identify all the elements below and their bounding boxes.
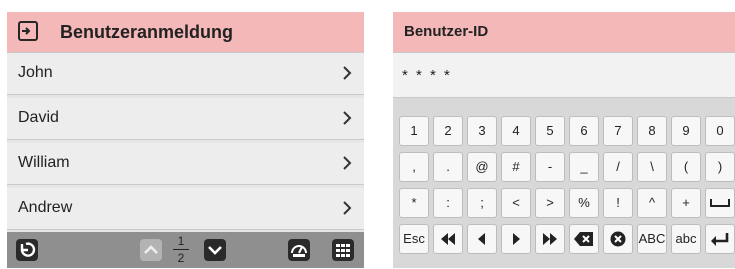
user-row-david[interactable]: David (7, 98, 364, 140)
key-percent[interactable]: % (569, 188, 599, 218)
key-less-than[interactable]: < (501, 188, 531, 218)
login-icon (18, 21, 38, 41)
key-8[interactable]: 8 (637, 116, 667, 146)
chevron-right-icon (343, 111, 352, 125)
user-row-john[interactable]: John (7, 53, 364, 95)
space-icon (710, 199, 730, 207)
key-plus[interactable]: + (671, 188, 701, 218)
page-total: 2 (177, 251, 185, 265)
rewind-icon (441, 233, 455, 245)
page-up-button[interactable] (140, 239, 162, 261)
fast-forward-icon (543, 233, 557, 245)
user-name: William (18, 154, 70, 171)
chevron-right-icon (343, 66, 352, 80)
menu-grid-button[interactable] (332, 239, 354, 261)
key-minus[interactable]: - (535, 152, 565, 182)
user-id-value: * * * * (402, 67, 452, 84)
keypad-title: Benutzer-ID (404, 23, 489, 40)
user-login-panel: Benutzeranmeldung John David William And… (7, 12, 364, 268)
chevron-right-icon (343, 156, 352, 170)
page-down-icon (208, 246, 222, 255)
chevron-right-icon (343, 201, 352, 215)
arrow-left-icon (478, 233, 485, 245)
user-row-andrew[interactable]: Andrew (7, 188, 364, 230)
key-9[interactable]: 9 (671, 116, 701, 146)
key-lowercase[interactable]: abc (671, 224, 701, 254)
key-left[interactable] (467, 224, 497, 254)
dashboard-icon (291, 245, 307, 257)
clear-icon (610, 231, 626, 247)
key-6[interactable]: 6 (569, 116, 599, 146)
key-0[interactable]: 0 (705, 116, 735, 146)
key-colon[interactable]: : (433, 188, 463, 218)
keypad-panel: Benutzer-ID * * * * 1 2 3 4 5 6 7 8 9 0 … (393, 12, 735, 268)
key-4[interactable]: 4 (501, 116, 531, 146)
back-icon (20, 242, 36, 257)
key-enter[interactable] (705, 224, 735, 254)
login-title: Benutzeranmeldung (60, 22, 234, 42)
key-2[interactable]: 2 (433, 116, 463, 146)
login-header: Benutzeranmeldung (7, 12, 364, 53)
key-caret[interactable]: ^ (637, 188, 667, 218)
key-esc[interactable]: Esc (399, 224, 429, 254)
key-paren-open[interactable]: ( (671, 152, 701, 182)
key-greater-than[interactable]: > (535, 188, 565, 218)
key-5[interactable]: 5 (535, 116, 565, 146)
key-paren-close[interactable]: ) (705, 152, 735, 182)
user-row-william[interactable]: William (7, 143, 364, 185)
key-at[interactable]: @ (467, 152, 497, 182)
page-down-button[interactable] (204, 239, 226, 261)
key-exclamation[interactable]: ! (603, 188, 633, 218)
key-period[interactable]: . (433, 152, 463, 182)
key-asterisk[interactable]: * (399, 188, 429, 218)
arrow-right-icon (513, 233, 520, 245)
key-hash[interactable]: # (501, 152, 531, 182)
key-uppercase[interactable]: ABC (637, 224, 667, 254)
key-1[interactable]: 1 (399, 116, 429, 146)
key-slash[interactable]: / (603, 152, 633, 182)
back-button[interactable] (16, 239, 38, 261)
dashboard-button[interactable] (288, 239, 310, 261)
key-3[interactable]: 3 (467, 116, 497, 146)
key-clear[interactable] (603, 224, 633, 254)
user-name: David (18, 109, 59, 126)
user-id-input[interactable]: * * * * (393, 52, 735, 98)
key-backspace[interactable] (569, 224, 599, 254)
key-end[interactable] (535, 224, 565, 254)
key-comma[interactable]: , (399, 152, 429, 182)
key-home[interactable] (433, 224, 463, 254)
key-space[interactable] (705, 188, 735, 218)
login-footer: 1 2 (7, 232, 364, 268)
user-name: Andrew (18, 199, 73, 216)
keypad-header: Benutzer-ID (393, 12, 735, 52)
enter-icon (711, 233, 729, 246)
key-underscore[interactable]: _ (569, 152, 599, 182)
key-7[interactable]: 7 (603, 116, 633, 146)
page-current: 1 (177, 234, 185, 248)
key-backslash[interactable]: \ (637, 152, 667, 182)
grid-icon (336, 244, 350, 257)
page-indicator: 1 2 (173, 234, 189, 265)
page-up-icon (144, 245, 158, 254)
key-semicolon[interactable]: ; (467, 188, 497, 218)
backspace-icon (574, 232, 593, 246)
user-name: John (18, 64, 53, 81)
key-right[interactable] (501, 224, 531, 254)
